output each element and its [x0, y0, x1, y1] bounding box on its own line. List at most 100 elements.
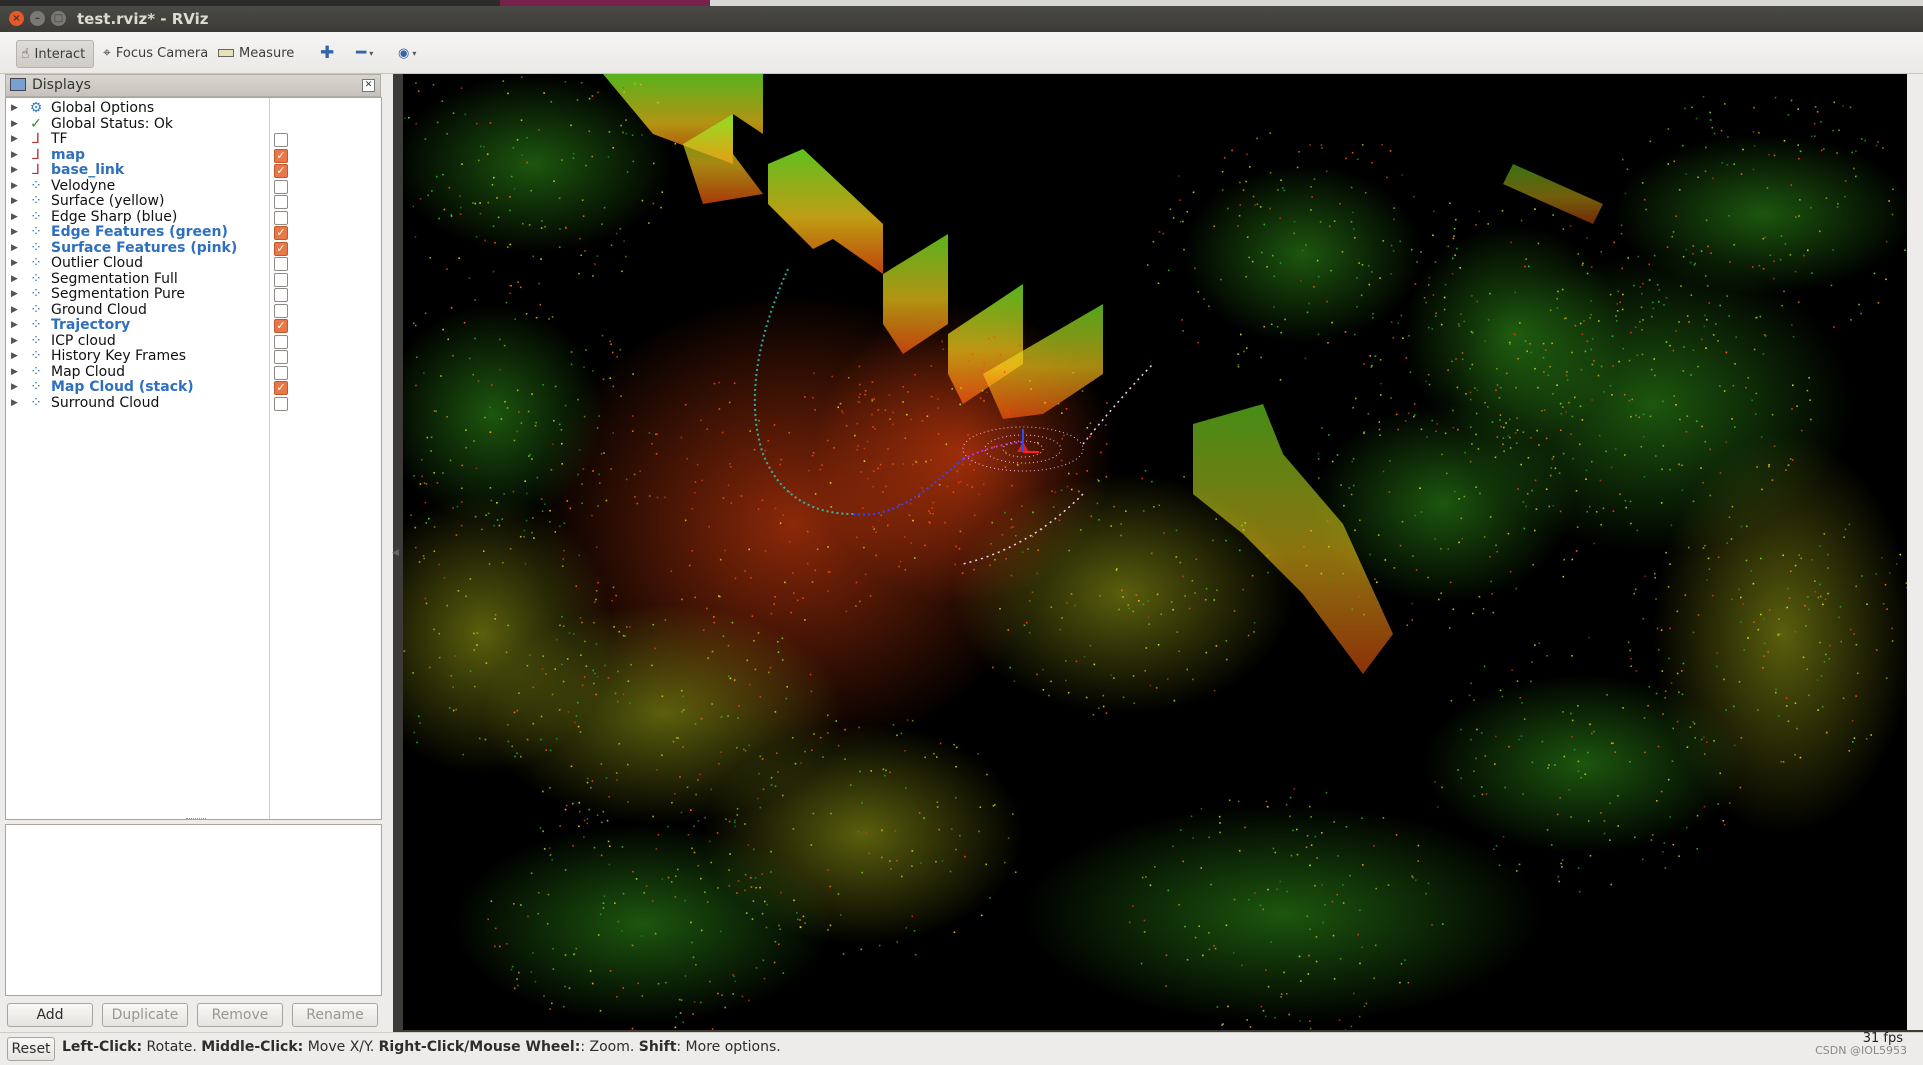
cloud-point: [1420, 251, 1422, 253]
cloud-point: [1327, 520, 1329, 522]
cloud-point: [1571, 352, 1573, 354]
cloud-point: [1647, 705, 1649, 707]
cloud-point: [673, 741, 675, 743]
cloud-point: [877, 468, 879, 470]
cloud-point: [571, 364, 573, 366]
cloud-point: [1562, 711, 1564, 713]
cloud-point: [1546, 488, 1548, 490]
cloud-point: [1741, 173, 1743, 175]
cloud-point: [937, 407, 939, 409]
cloud-point: [1822, 706, 1824, 708]
cloud-point: [1593, 360, 1595, 362]
cloud-point: [700, 1002, 702, 1004]
cloud-point: [487, 153, 489, 155]
cloud-point: [1615, 315, 1617, 317]
cloud-point: [1357, 934, 1359, 936]
remove-display-button[interactable]: Remove: [197, 1003, 283, 1027]
cloud-point: [737, 717, 739, 719]
cloud-point: [1705, 171, 1707, 173]
cloud-point: [692, 508, 694, 510]
cloud-point: [1336, 894, 1338, 896]
cloud-point: [698, 820, 700, 822]
cloud-point: [827, 715, 829, 717]
cloud-point: [1580, 323, 1582, 325]
remove-tool-button[interactable]: ━ ▾: [356, 40, 373, 66]
add-tool-button[interactable]: ✚: [320, 40, 334, 66]
focus-camera-tool-button[interactable]: ⌖ Focus Camera: [103, 40, 208, 66]
cloud-point: [513, 147, 515, 149]
cloud-point: [890, 868, 892, 870]
cloud-point: [478, 160, 480, 162]
cloud-point: [574, 722, 576, 724]
cloud-point: [569, 632, 571, 634]
duplicate-display-button[interactable]: Duplicate: [102, 1003, 188, 1027]
cloud-point: [1566, 375, 1568, 377]
cloud-point: [542, 831, 544, 833]
cloud-point: [860, 471, 862, 473]
cloud-point: [627, 171, 629, 173]
view-panels-button[interactable]: ◉ ▾: [398, 40, 416, 66]
cloud-point: [1489, 556, 1491, 558]
cloud-point: [1713, 334, 1715, 336]
cloud-point: [1726, 352, 1728, 354]
interact-tool-button[interactable]: ☝ Interact: [16, 40, 94, 68]
3d-render-viewport[interactable]: [403, 74, 1907, 1030]
cloud-point: [1201, 808, 1203, 810]
cloud-point: [1326, 301, 1328, 303]
rename-display-button[interactable]: Rename: [292, 1003, 378, 1027]
cloud-point: [616, 996, 618, 998]
cloud-point: [1663, 304, 1665, 306]
expand-arrow-icon[interactable]: ▶: [11, 394, 18, 413]
cloud-point: [1719, 305, 1721, 307]
cloud-point: [465, 596, 467, 598]
cloud-point: [593, 622, 595, 624]
window-close-button[interactable]: ×: [9, 11, 24, 26]
cloud-point: [1402, 521, 1404, 523]
add-display-button[interactable]: Add: [7, 1003, 93, 1027]
cloud-point: [483, 146, 485, 148]
cloud-point: [1577, 526, 1579, 528]
measure-tool-button[interactable]: Measure: [218, 40, 294, 66]
cloud-point: [1827, 554, 1829, 556]
window-maximize-button[interactable]: □: [51, 11, 66, 26]
cloud-point: [693, 826, 695, 828]
cloud-point: [498, 217, 500, 219]
cloud-point: [1753, 131, 1755, 133]
cloud-point: [1271, 324, 1273, 326]
cloud-point: [755, 669, 757, 671]
cloud-point: [579, 238, 581, 240]
cloud-point: [625, 256, 627, 258]
collapse-left-panel-icon[interactable]: ◀: [392, 548, 399, 558]
cloud-point: [1625, 507, 1627, 509]
cloud-point: [1474, 795, 1476, 797]
cloud-point: [629, 703, 631, 705]
cloud-point: [1549, 506, 1551, 508]
cloud-point: [551, 1003, 553, 1005]
cloud-point: [649, 495, 651, 497]
cloud-point: [1246, 154, 1248, 156]
cloud-point: [520, 287, 522, 289]
cloud-point: [1408, 335, 1410, 337]
display-item-surround-cloud[interactable]: ▶⁘Surround Cloud: [6, 394, 381, 413]
cloud-point: [1810, 207, 1812, 209]
cloud-point: [1208, 837, 1210, 839]
cloud-point: [1474, 387, 1476, 389]
cloud-point: [1324, 904, 1326, 906]
cloud-point: [1165, 985, 1167, 987]
enable-checkbox[interactable]: [274, 397, 288, 411]
cloud-point: [565, 869, 567, 871]
cloud-point: [1636, 670, 1638, 672]
cloud-point: [1243, 529, 1245, 531]
cloud-point: [1019, 345, 1021, 347]
cloud-point: [1642, 319, 1644, 321]
cloud-point: [749, 684, 751, 686]
cloud-point: [759, 756, 761, 758]
reset-button[interactable]: Reset: [7, 1037, 55, 1061]
right-panel-edge[interactable]: [1907, 74, 1923, 1030]
cloud-point: [1756, 317, 1758, 319]
window-minimize-button[interactable]: –: [30, 11, 45, 26]
close-panel-button[interactable]: ✕: [362, 79, 375, 92]
cloud-point: [1187, 959, 1189, 961]
cloud-point: [1683, 346, 1685, 348]
cloud-point: [867, 441, 869, 443]
